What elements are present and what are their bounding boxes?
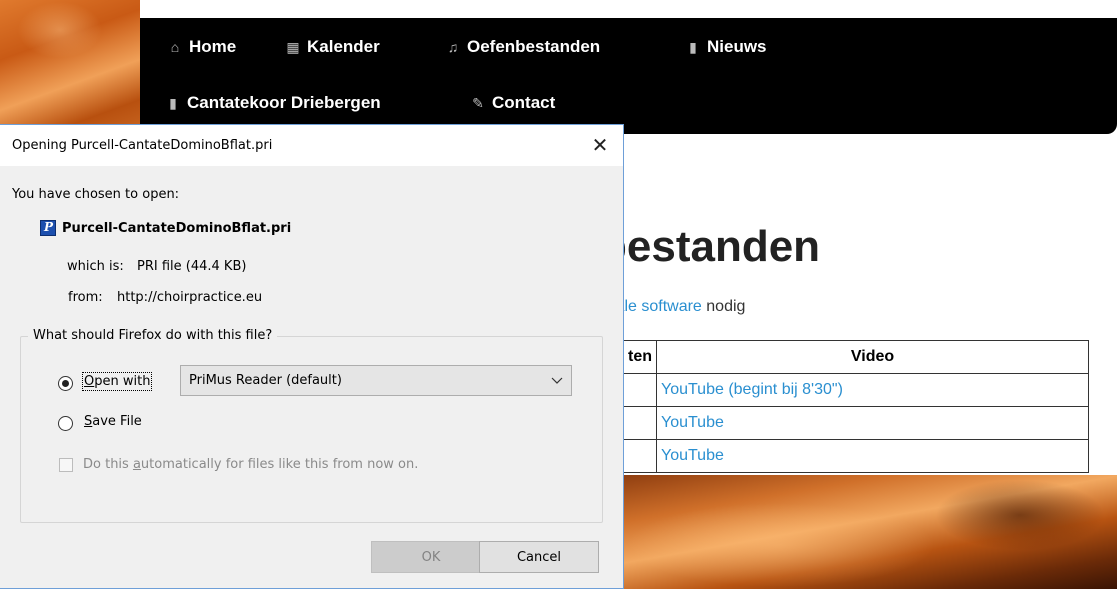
chevron-down-icon (551, 377, 563, 384)
ok-button[interactable]: OK (371, 541, 491, 573)
nav-cantatekoor-label: Cantatekoor Driebergen (187, 93, 381, 112)
table-row: YouTube (590, 439, 1089, 473)
file-type-value: PRI file (44.4 KB) (137, 259, 247, 274)
pencil-icon: ✎ (472, 94, 484, 111)
auto-text-before: Do this (83, 457, 133, 472)
nav-kalender[interactable]: ▦ Kalender (285, 37, 380, 57)
application-select[interactable]: PriMus Reader (default) (180, 365, 572, 396)
pri-file-icon (40, 220, 56, 236)
auto-action-checkbox[interactable] (59, 458, 73, 472)
page-intro: iale software nodig (612, 298, 745, 316)
nav-nieuws[interactable]: ▮ Nieuws (685, 37, 767, 57)
table-cell: YouTube (656, 439, 1089, 473)
auto-text-after: utomatically for files like this from no… (140, 457, 419, 472)
open-with-text: pen with (94, 374, 151, 389)
table-row: YouTube (begint bij 8'30") (590, 373, 1089, 407)
table-header-row: ten Video (590, 340, 1089, 374)
auto-action-label[interactable]: Do this automatically for files like thi… (83, 457, 418, 472)
nav-oefenbestanden[interactable]: ♫ Oefenbestanden (445, 37, 600, 57)
file-name: Purcell-CantateDominoBflat.pri (62, 220, 292, 236)
dialog-titlebar[interactable]: Opening Purcell-CantateDominoBflat.pri ✕ (0, 125, 623, 166)
nav-contact-label: Contact (492, 93, 556, 112)
save-file-label[interactable]: Save File (84, 414, 142, 429)
nav-kalender-label: Kalender (307, 37, 380, 56)
close-icon[interactable]: ✕ (587, 132, 613, 158)
violin-background-image (600, 475, 1117, 589)
table-cell: YouTube (656, 406, 1089, 440)
site-navbar: ⌂ Home ▦ Kalender ♫ Oefenbestanden ▮ Nie… (140, 18, 1117, 134)
file-info: Purcell-CantateDominoBflat.pri (40, 220, 291, 236)
nav-home-label: Home (189, 37, 237, 56)
nav-oefenbestanden-label: Oefenbestanden (467, 37, 601, 56)
video-table: ten Video YouTube (begint bij 8'30") You… (590, 340, 1089, 473)
open-with-accesskey: O (84, 374, 95, 389)
chosen-text: You have chosen to open: (12, 187, 180, 202)
download-dialog: Opening Purcell-CantateDominoBflat.pri ✕… (0, 124, 624, 589)
cancel-button[interactable]: Cancel (479, 541, 599, 573)
source-url: http://choirpractice.eu (117, 290, 263, 305)
nav-contact[interactable]: ✎ Contact (470, 93, 555, 113)
youtube-link[interactable]: YouTube (begint bij 8'30") (661, 381, 843, 398)
nav-cantatekoor[interactable]: ▮ Cantatekoor Driebergen (165, 93, 381, 113)
save-file-text: ave File (92, 414, 142, 429)
auto-accesskey: a (132, 457, 141, 472)
nav-nieuws-label: Nieuws (707, 37, 767, 56)
file-type-label: which is: (67, 259, 124, 274)
document-icon: ▮ (689, 38, 697, 55)
software-link[interactable]: iale software (612, 298, 702, 315)
calendar-icon: ▦ (286, 38, 300, 55)
dialog-title: Opening Purcell-CantateDominoBflat.pri (12, 138, 273, 153)
save-file-radio[interactable] (58, 416, 73, 431)
application-select-value: PriMus Reader (default) (189, 373, 342, 388)
music-note-icon: ♫ (447, 39, 459, 55)
table-row: YouTube (590, 406, 1089, 440)
table-cell: YouTube (begint bij 8'30") (656, 373, 1089, 407)
open-with-radio[interactable] (58, 376, 73, 391)
source-label: from: (68, 290, 103, 305)
column-header-video: Video (656, 340, 1089, 374)
home-icon: ⌂ (170, 39, 180, 55)
youtube-link[interactable]: YouTube (661, 447, 724, 464)
page-title: bestanden (600, 222, 821, 271)
document-icon: ▮ (169, 94, 177, 111)
open-with-label[interactable]: Open with (81, 372, 153, 391)
action-question: What should Firefox do with this file? (28, 328, 278, 343)
youtube-link[interactable]: YouTube (661, 414, 724, 431)
nav-home[interactable]: ⌂ Home (167, 37, 236, 57)
intro-text: nodig (701, 298, 746, 315)
